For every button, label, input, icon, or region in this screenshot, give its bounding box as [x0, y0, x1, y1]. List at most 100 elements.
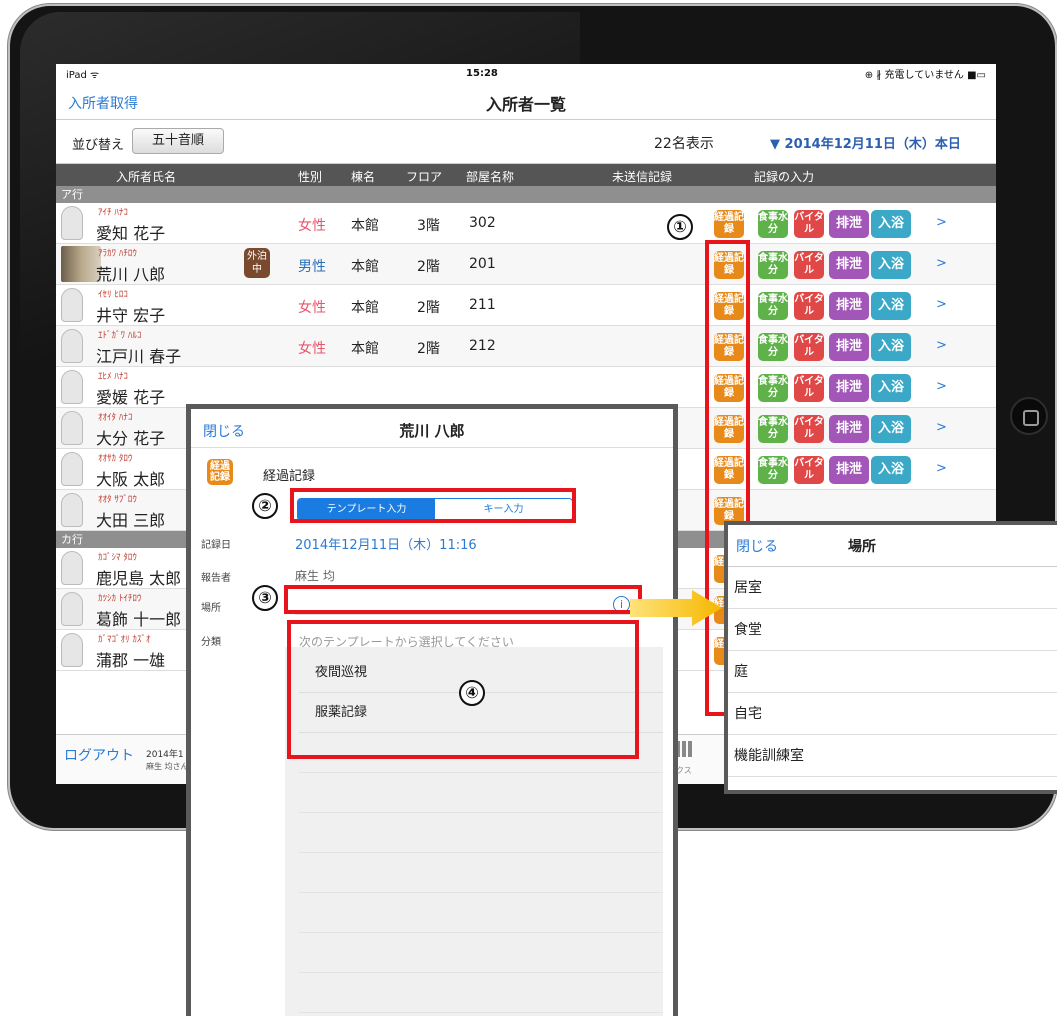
resident-floor: 3階	[417, 218, 440, 234]
avatar	[61, 452, 83, 486]
resident-kana: ｶﾞﾏｺﾞｵﾘ ｶｽﾞｵ	[98, 635, 151, 645]
bath-button[interactable]: 入浴	[871, 415, 911, 443]
excretion-button[interactable]: 排泄	[829, 292, 869, 320]
sort-label: 並び替え	[72, 138, 125, 153]
vital-button[interactable]: バイタル	[794, 292, 824, 320]
resident-gender: 男性	[298, 259, 326, 275]
record-type-title: 経過記録	[263, 469, 316, 484]
chevron-right-icon[interactable]: >	[936, 256, 947, 271]
chevron-right-icon[interactable]: >	[936, 215, 947, 230]
chevron-right-icon[interactable]: >	[936, 379, 947, 394]
col-name: 入所者氏名	[116, 170, 177, 184]
bath-button[interactable]: 入浴	[871, 456, 911, 484]
resident-room: 212	[469, 338, 496, 354]
vital-button[interactable]: バイタル	[794, 251, 824, 279]
battery-status: ⊕ ∦ 充電していません ■▭	[864, 70, 986, 81]
resident-kana: ｱｲﾁ ﾊﾅｺ	[98, 208, 128, 218]
vital-button[interactable]: バイタル	[794, 210, 824, 238]
resident-name: 江戸川 春子	[96, 347, 182, 366]
place-option[interactable]: 居室	[728, 567, 1057, 609]
chevron-right-icon[interactable]: >	[936, 297, 947, 312]
col-input: 記録の入力	[754, 170, 815, 184]
resident-building: 本館	[351, 341, 379, 357]
excretion-button[interactable]: 排泄	[829, 210, 869, 238]
meal-water-button[interactable]: 食事水分	[758, 456, 788, 484]
meal-water-button[interactable]: 食事水分	[758, 333, 788, 361]
resident-building: 本館	[351, 259, 379, 275]
excretion-button[interactable]: 排泄	[829, 415, 869, 443]
table-row[interactable]: ｲｾﾘ ﾋﾛｺ 井守 宏子 女性 本館 2階 211 経過記録 食事水分 バイタル 排泄 入浴 >	[56, 285, 996, 326]
resident-name: 愛知 花子	[96, 224, 166, 243]
label-reporter: 報告者	[201, 573, 231, 584]
popup-header: 閉じる 場所	[728, 525, 1057, 567]
date-selector[interactable]: ▼ 2014年12月11日（木）本日	[770, 133, 961, 152]
resident-kana: ｵｵｻｶ ﾀﾛｳ	[98, 454, 133, 464]
avatar	[61, 633, 83, 667]
resident-room: 201	[469, 256, 496, 272]
table-row[interactable]: ｴﾋﾒ ﾊﾅｺ 愛媛 花子 経過記録 食事水分 バイタル 排泄 入浴 >	[56, 367, 996, 408]
bath-button[interactable]: 入浴	[871, 251, 911, 279]
chevron-right-icon[interactable]: >	[936, 420, 947, 435]
table-row[interactable]: ｴﾄﾞｶﾞﾜ ﾊﾙｺ 江戸川 春子 女性 本館 2階 212 経過記録 食事水分 バイタル 排泄入…	[56, 326, 996, 367]
meal-water-button[interactable]: 食事水分	[758, 292, 788, 320]
vital-button[interactable]: バイタル	[794, 456, 824, 484]
place-option[interactable]: 食堂	[728, 609, 1057, 651]
chevron-right-icon[interactable]: >	[936, 338, 947, 353]
table-row[interactable]: ｱﾗｶﾜ ﾊﾁﾛｳ 荒川 八郎 外泊中 男性 本館 2階 201 経過記録 食事水分 バイタル 排泄…	[56, 244, 996, 285]
callout-3: ③	[252, 585, 278, 611]
meal-water-button[interactable]: 食事水分	[758, 415, 788, 443]
resident-kana: ｴﾋﾒ ﾊﾅｺ	[98, 372, 128, 382]
bottom-date: 2014年1	[146, 750, 184, 760]
excretion-button[interactable]: 排泄	[829, 374, 869, 402]
label-category: 分類	[201, 637, 221, 648]
meal-water-button[interactable]: 食事水分	[758, 374, 788, 402]
resident-kana: ｵｵｲﾀ ﾊﾅｺ	[98, 413, 133, 423]
resident-name: 蒲郡 一雄	[96, 651, 166, 670]
resident-kana: ｲｾﾘ ﾋﾛｺ	[98, 290, 128, 300]
bath-button[interactable]: 入浴	[871, 374, 911, 402]
status-bar: iPad ᯤ 15:28 ⊕ ∦ 充電していません ■▭	[56, 64, 996, 83]
place-option[interactable]: 自宅	[728, 693, 1057, 735]
avatar	[61, 288, 83, 322]
bath-button[interactable]: 入浴	[871, 333, 911, 361]
meal-water-button[interactable]: 食事水分	[758, 210, 788, 238]
chevron-right-icon[interactable]: >	[936, 461, 947, 476]
highlight-place-field	[284, 585, 642, 614]
label-record-date: 記録日	[201, 540, 231, 551]
place-option[interactable]: 庭	[728, 651, 1057, 693]
highlight-input-mode	[290, 488, 576, 523]
resident-name: 大分 花子	[96, 429, 166, 448]
popup-close-button[interactable]: 閉じる	[736, 536, 778, 556]
excretion-button[interactable]: 排泄	[829, 333, 869, 361]
matrix-tab-icon[interactable]	[676, 741, 692, 757]
home-button[interactable]	[1010, 397, 1048, 435]
excretion-button[interactable]: 排泄	[829, 456, 869, 484]
bath-button[interactable]: 入浴	[871, 210, 911, 238]
keika-record-button[interactable]: 経過記録	[714, 210, 744, 238]
resident-kana: ｱﾗｶﾜ ﾊﾁﾛｳ	[98, 249, 137, 259]
col-room: 部屋名称	[466, 170, 515, 184]
resident-name: 井守 宏子	[96, 306, 166, 325]
col-floor: フロア	[406, 170, 443, 184]
resident-name: 鹿児島 太郎	[96, 569, 182, 588]
logout-button[interactable]: ログアウト	[64, 745, 134, 765]
callout-1: ①	[667, 214, 693, 240]
resident-gender: 女性	[298, 341, 326, 357]
vital-button[interactable]: バイタル	[794, 374, 824, 402]
bath-button[interactable]: 入浴	[871, 292, 911, 320]
vital-button[interactable]: バイタル	[794, 415, 824, 443]
meal-water-button[interactable]: 食事水分	[758, 251, 788, 279]
sort-order-button[interactable]: 五十音順	[132, 128, 224, 154]
resident-floor: 2階	[417, 341, 440, 357]
label-place: 場所	[201, 603, 221, 614]
table-row[interactable]: ｱｲﾁ ﾊﾅｺ 愛知 花子 女性 本館 3階 302 経過記録 食事水分 バイタル 排泄 入浴 >	[56, 203, 996, 244]
place-option[interactable]: 機能訓練室	[728, 735, 1057, 777]
record-date-value[interactable]: 2014年12月11日（木）11:16	[295, 534, 477, 553]
resident-building: 本館	[351, 218, 379, 234]
vital-button[interactable]: バイタル	[794, 333, 824, 361]
resident-building: 本館	[351, 300, 379, 316]
resident-kana: ｶｺﾞｼﾏ ﾀﾛｳ	[98, 553, 137, 563]
empty-list-rows	[299, 733, 663, 1013]
excretion-button[interactable]: 排泄	[829, 251, 869, 279]
resident-name: 大阪 太郎	[96, 470, 166, 489]
